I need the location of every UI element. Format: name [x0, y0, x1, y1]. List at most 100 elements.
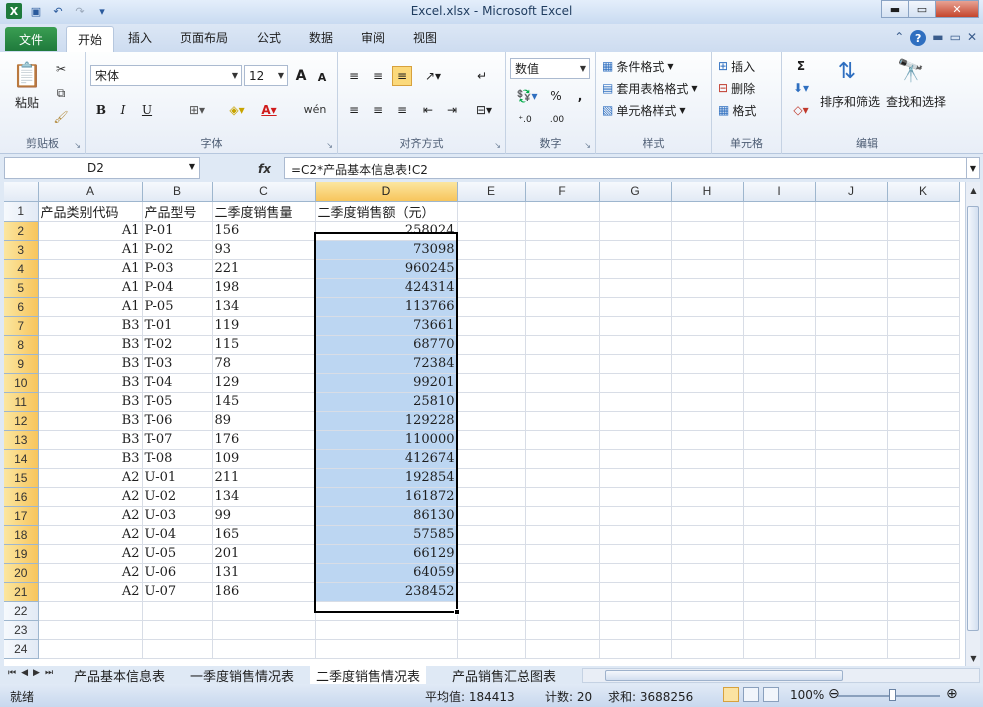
cell-c10[interactable]: 129	[212, 373, 316, 393]
cell-a21[interactable]: A2	[38, 582, 143, 602]
cell-i19[interactable]	[743, 544, 816, 564]
cell-c20[interactable]: 131	[212, 563, 316, 583]
worksheet-grid[interactable]: A B C D E F G H I J K 1 产品类别代码 产品型号 二季度销售量 二季度销售额（元） 2 A1…	[4, 182, 965, 666]
row-header[interactable]: 4	[4, 259, 39, 279]
cell-g21[interactable]	[599, 582, 672, 602]
cell-g8[interactable]	[599, 335, 672, 355]
cell-i9[interactable]	[743, 354, 816, 374]
row-header[interactable]: 12	[4, 411, 39, 431]
cell-b7[interactable]: T-01	[142, 316, 213, 336]
row-header[interactable]: 21	[4, 582, 39, 602]
row-header[interactable]: 6	[4, 297, 39, 317]
cell-a11[interactable]: B3	[38, 392, 143, 412]
cell-c23[interactable]	[212, 620, 316, 640]
orientation-icon[interactable]: ↗▾	[420, 66, 446, 86]
cell-k20[interactable]	[887, 563, 960, 583]
tab-view[interactable]: 视图	[413, 29, 437, 46]
cell-g24[interactable]	[599, 639, 672, 659]
cell-k8[interactable]	[887, 335, 960, 355]
cell-b13[interactable]: T-07	[142, 430, 213, 450]
cell-j17[interactable]	[815, 506, 888, 526]
cell-e11[interactable]	[457, 392, 526, 412]
cell-h16[interactable]	[671, 487, 744, 507]
scroll-up-icon[interactable]: ▲	[966, 182, 981, 198]
cell-j19[interactable]	[815, 544, 888, 564]
cell-d24[interactable]	[315, 639, 458, 659]
increase-decimal-icon[interactable]: ⁺.0	[512, 110, 538, 130]
cell-f10[interactable]	[525, 373, 600, 393]
zoom-in-icon[interactable]: ⊕	[946, 686, 958, 702]
copy-icon[interactable]: ⧉	[52, 84, 70, 102]
cell-j14[interactable]	[815, 449, 888, 469]
cell-e7[interactable]	[457, 316, 526, 336]
cell-d23[interactable]	[315, 620, 458, 640]
cell-a22[interactable]	[38, 601, 143, 621]
shrink-font-button[interactable]: A	[314, 68, 330, 86]
align-top-icon[interactable]: ≡	[344, 66, 364, 86]
cell-k6[interactable]	[887, 297, 960, 317]
cell-k17[interactable]	[887, 506, 960, 526]
cell-h11[interactable]	[671, 392, 744, 412]
cell-k19[interactable]	[887, 544, 960, 564]
cell-a8[interactable]: B3	[38, 335, 143, 355]
cell-g13[interactable]	[599, 430, 672, 450]
cell-a1[interactable]: 产品类别代码	[38, 201, 143, 222]
cell-f23[interactable]	[525, 620, 600, 640]
cell-b8[interactable]: T-02	[142, 335, 213, 355]
cell-c18[interactable]: 165	[212, 525, 316, 545]
cell-i11[interactable]	[743, 392, 816, 412]
row-header[interactable]: 13	[4, 430, 39, 450]
cell-e3[interactable]	[457, 240, 526, 260]
name-box[interactable]: D2 ▼	[4, 157, 200, 179]
cell-i22[interactable]	[743, 601, 816, 621]
column-header-j[interactable]: J	[815, 182, 888, 202]
row-header[interactable]: 5	[4, 278, 39, 298]
page-break-view-icon[interactable]	[763, 687, 779, 702]
cell-a2[interactable]: A1	[38, 221, 143, 241]
cell-f6[interactable]	[525, 297, 600, 317]
cell-d3[interactable]: 73098	[315, 240, 458, 260]
cell-i1[interactable]	[743, 201, 816, 222]
workbook-minimize-icon[interactable]: ▬	[932, 30, 943, 46]
tab-data[interactable]: 数据	[309, 29, 333, 46]
wrap-text-icon[interactable]: ↵	[472, 66, 492, 86]
cell-k11[interactable]	[887, 392, 960, 412]
cell-h7[interactable]	[671, 316, 744, 336]
cell-k4[interactable]	[887, 259, 960, 279]
tab-home[interactable]: 开始	[66, 26, 115, 52]
insert-function-button[interactable]: fx	[258, 162, 271, 176]
cell-d9[interactable]: 72384	[315, 354, 458, 374]
border-icon[interactable]: ⊞▾	[184, 100, 210, 120]
cell-g3[interactable]	[599, 240, 672, 260]
cell-a16[interactable]: A2	[38, 487, 143, 507]
workbook-restore-icon[interactable]: ▭	[950, 30, 961, 46]
cell-d16[interactable]: 161872	[315, 487, 458, 507]
cell-a15[interactable]: A2	[38, 468, 143, 488]
page-layout-view-icon[interactable]	[743, 687, 759, 702]
insert-cells-button[interactable]: ⊞ 插入	[718, 56, 778, 76]
clear-icon[interactable]: ◇▾	[788, 100, 814, 120]
font-size-combo[interactable]: 12 ▼	[244, 65, 288, 86]
row-header[interactable]: 19	[4, 544, 39, 564]
cell-b4[interactable]: P-03	[142, 259, 213, 279]
cell-c1[interactable]: 二季度销售量	[212, 201, 316, 222]
cell-h12[interactable]	[671, 411, 744, 431]
cell-g23[interactable]	[599, 620, 672, 640]
horizontal-scrollbar[interactable]	[582, 668, 980, 683]
cell-e19[interactable]	[457, 544, 526, 564]
row-header[interactable]: 14	[4, 449, 39, 469]
cell-h24[interactable]	[671, 639, 744, 659]
row-header[interactable]: 17	[4, 506, 39, 526]
cell-g15[interactable]	[599, 468, 672, 488]
cell-e16[interactable]	[457, 487, 526, 507]
cell-j6[interactable]	[815, 297, 888, 317]
align-right-icon[interactable]: ≡	[392, 100, 412, 120]
cell-g11[interactable]	[599, 392, 672, 412]
cell-b15[interactable]: U-01	[142, 468, 213, 488]
cell-c22[interactable]	[212, 601, 316, 621]
decrease-decimal-icon[interactable]: .00	[544, 110, 570, 130]
cell-f7[interactable]	[525, 316, 600, 336]
find-binoculars-icon[interactable]: 🔭	[896, 56, 926, 86]
column-header-b[interactable]: B	[142, 182, 213, 202]
cell-g10[interactable]	[599, 373, 672, 393]
